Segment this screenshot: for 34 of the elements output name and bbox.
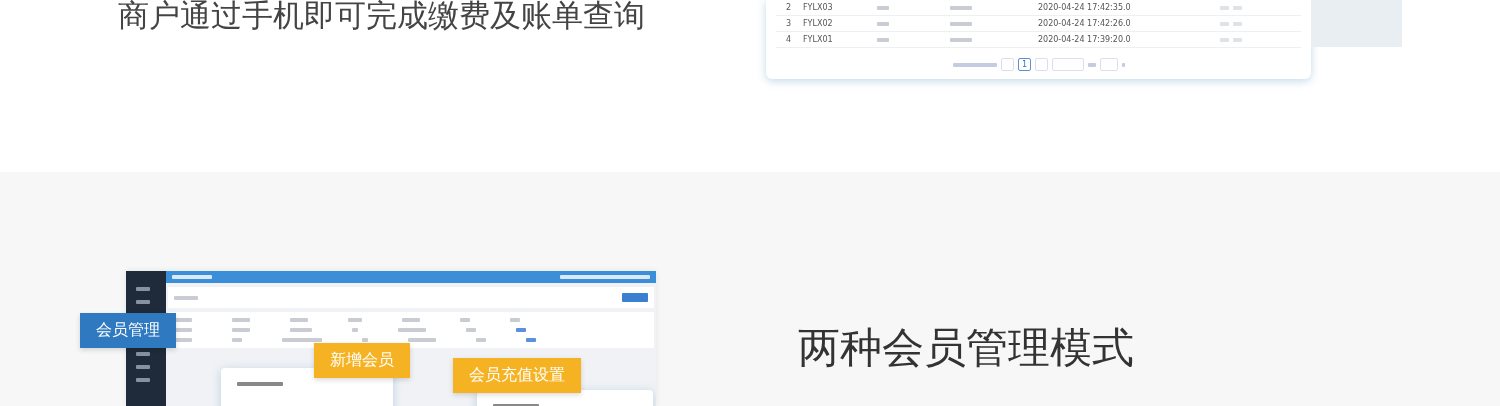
text-bar [950, 21, 972, 26]
table-cell-text: FYLX01 [803, 34, 834, 45]
text-bar [1233, 21, 1242, 26]
section-subtitle: 商户通过手机即可完成缴费及账单查询 [118, 0, 646, 30]
text-bar [950, 5, 972, 10]
table-cell-text: FYLX02 [803, 18, 834, 29]
text-bar [1220, 5, 1229, 10]
text-bar [877, 5, 889, 10]
text-bar [1088, 62, 1096, 67]
table-cell-text: 2 [786, 2, 793, 13]
section-heading: 两种会员管理模式 [798, 322, 1134, 374]
text-bar [877, 37, 889, 42]
page-input[interactable] [1100, 58, 1118, 71]
table-cell-text: FYLX03 [803, 2, 834, 13]
text-bar [950, 37, 972, 42]
prev-page-button[interactable] [1001, 58, 1014, 71]
text-bar [953, 62, 997, 67]
page-button[interactable]: 1 [1018, 58, 1031, 71]
table-cell-text: 2020-04-24 17:42:26.0 [1038, 18, 1132, 29]
text-bar [877, 21, 889, 26]
text-bar [1220, 37, 1229, 42]
table-cell-text: 3 [786, 18, 793, 29]
callout-label: 新增会员 [314, 343, 410, 378]
text-bar [1233, 5, 1242, 10]
callout-label: 会员充值设置 [453, 358, 581, 393]
text-bar [1122, 62, 1125, 67]
table-cell-text: 4 [786, 34, 793, 45]
text-bar [1220, 21, 1229, 26]
callout-label: 会员管理 [80, 313, 176, 348]
text-bar [1233, 37, 1242, 42]
table-cell-text: 2020-04-24 17:39:20.0 [1038, 34, 1132, 45]
next-page-button[interactable] [1035, 58, 1048, 71]
page-size-select[interactable] [1052, 58, 1084, 71]
table-cell-text: 2020-04-24 17:42:35.0 [1038, 2, 1132, 13]
